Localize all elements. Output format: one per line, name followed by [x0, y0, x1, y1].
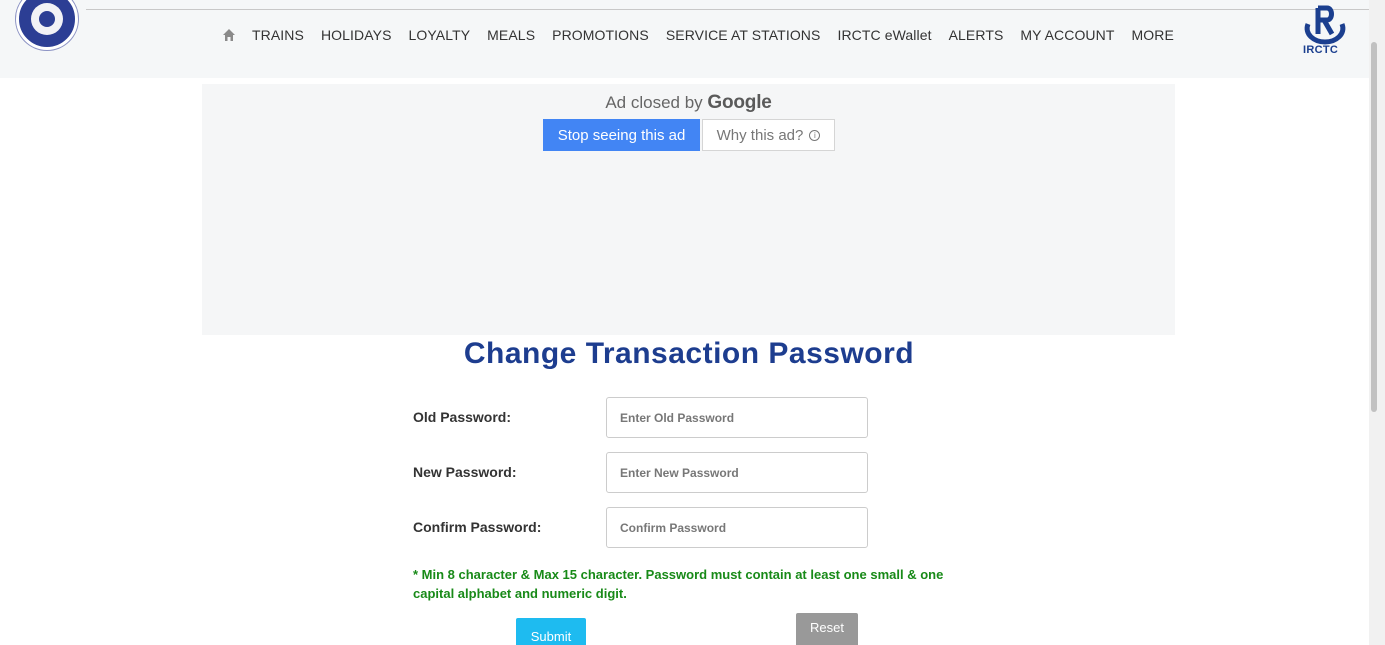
- google-brand: Google: [707, 92, 772, 113]
- irctc-logo-text: IRCTC: [1303, 44, 1339, 56]
- nav-loyalty[interactable]: LOYALTY: [409, 27, 471, 43]
- nav-service-at-stations[interactable]: SERVICE AT STATIONS: [666, 27, 821, 43]
- confirm-password-label: Confirm Password:: [413, 519, 542, 535]
- home-icon[interactable]: [222, 28, 236, 42]
- confirm-password-input[interactable]: [606, 507, 868, 548]
- new-password-label: New Password:: [413, 464, 517, 480]
- page-title: Change Transaction Password: [463, 337, 915, 370]
- nav-meals[interactable]: MEALS: [487, 27, 535, 43]
- why-this-ad-button[interactable]: Why this ad? i: [702, 119, 835, 151]
- nav-irctc-ewallet[interactable]: IRCTC eWallet: [837, 27, 931, 43]
- nav-more[interactable]: MORE: [1132, 27, 1174, 43]
- new-password-input[interactable]: [606, 452, 868, 493]
- submit-button[interactable]: Submit: [516, 618, 586, 645]
- why-this-ad-label: Why this ad?: [716, 126, 804, 144]
- reset-button[interactable]: Reset: [796, 613, 858, 645]
- nav-holidays[interactable]: HOLIDAYS: [321, 27, 392, 43]
- nav-trains[interactable]: TRAINS: [252, 27, 304, 43]
- old-password-input[interactable]: [606, 397, 868, 438]
- ad-closed-text: Ad closed by: [605, 93, 703, 112]
- ad-closed-message: Ad closed by Google: [202, 92, 1175, 114]
- nav-alerts[interactable]: ALERTS: [949, 27, 1004, 43]
- indian-railways-logo[interactable]: [16, 0, 78, 50]
- nav-promotions[interactable]: PROMOTIONS: [552, 27, 649, 43]
- password-rules-note: * Min 8 character & Max 15 character. Pa…: [413, 567, 944, 601]
- header: TRAINS HOLIDAYS LOYALTY MEALS PROMOTIONS…: [0, 0, 1376, 78]
- page: TRAINS HOLIDAYS LOYALTY MEALS PROMOTIONS…: [0, 0, 1385, 645]
- header-divider: [86, 9, 1376, 10]
- stop-seeing-ad-button[interactable]: Stop seeing this ad: [543, 119, 700, 151]
- nav-my-account[interactable]: MY ACCOUNT: [1020, 27, 1114, 43]
- old-password-label: Old Password:: [413, 409, 512, 425]
- main-nav: TRAINS HOLIDAYS LOYALTY MEALS PROMOTIONS…: [222, 27, 1191, 43]
- ad-container: Ad closed by Google Stop seeing this ad …: [202, 84, 1175, 335]
- info-icon: i: [809, 129, 821, 141]
